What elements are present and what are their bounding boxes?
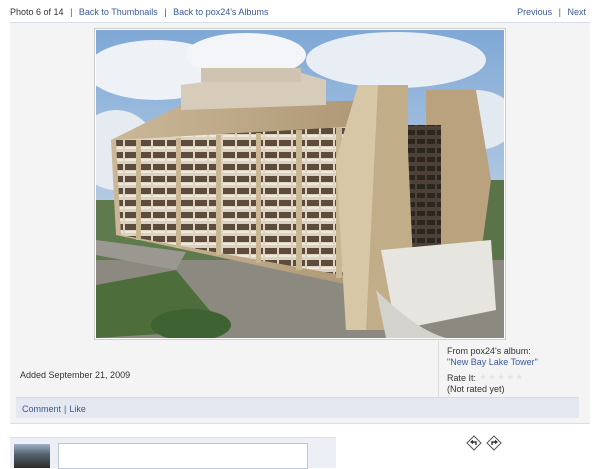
- comment-link[interactable]: Comment: [22, 404, 61, 414]
- action-separator: |: [64, 404, 67, 414]
- nav-separator: |: [558, 7, 561, 17]
- photo-position: Photo 6 of 14: [10, 7, 64, 17]
- album-link[interactable]: "New Bay Lake Tower": [447, 357, 538, 367]
- comment-composer: [10, 437, 336, 469]
- rotate-right-icon[interactable]: [486, 435, 502, 451]
- photo-frame[interactable]: [94, 28, 506, 340]
- like-link[interactable]: Like: [69, 404, 86, 414]
- photo-panel: Added September 21, 2009 From pox24's al…: [10, 23, 590, 423]
- next-photo-link[interactable]: Next: [567, 7, 586, 17]
- back-to-albums-link[interactable]: Back to pox24's Albums: [173, 7, 268, 17]
- rate-label: Rate It:: [447, 373, 477, 383]
- nav-separator: |: [70, 7, 73, 17]
- photo-action-bar: Comment | Like: [16, 397, 579, 418]
- photo-nav-right: Previous | Next: [517, 7, 586, 17]
- rating-status: (Not rated yet): [447, 384, 505, 394]
- album-from-label: From pox24's album:: [447, 346, 531, 356]
- action-links: Comment | Like: [22, 404, 86, 414]
- comment-input[interactable]: [58, 443, 308, 469]
- rotate-left-icon[interactable]: [466, 435, 482, 451]
- divider: [10, 423, 590, 424]
- back-to-thumbnails-link[interactable]: Back to Thumbnails: [79, 7, 158, 17]
- rotate-controls: [466, 435, 506, 453]
- photo-image[interactable]: [96, 30, 504, 338]
- nav-separator: |: [164, 7, 167, 17]
- avatar[interactable]: [14, 444, 50, 468]
- previous-photo-link[interactable]: Previous: [517, 7, 552, 17]
- photo-added-date: Added September 21, 2009: [20, 370, 131, 380]
- rating-stars[interactable]: ★★★★★: [479, 372, 524, 383]
- photo-nav-left: Photo 6 of 14 | Back to Thumbnails | Bac…: [10, 7, 268, 17]
- photo-navigation-bar: Photo 6 of 14 | Back to Thumbnails | Bac…: [0, 0, 600, 22]
